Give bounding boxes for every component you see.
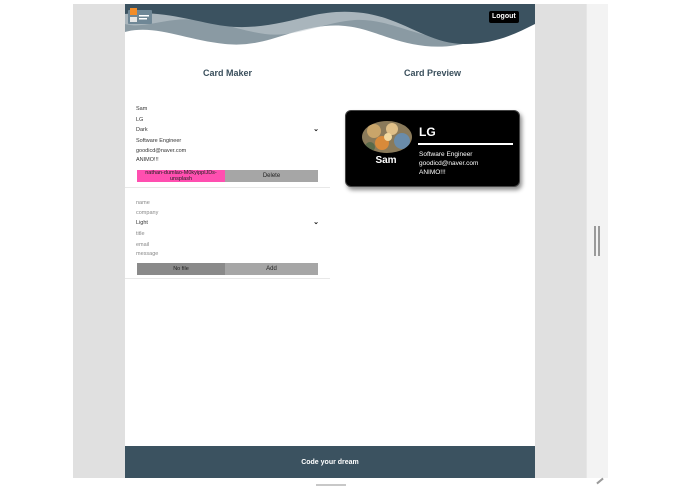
title-field[interactable]: Software Engineer xyxy=(136,136,319,146)
card-add-buttons: No file Add xyxy=(137,263,318,275)
card-preview-title: Card Preview xyxy=(403,68,462,78)
card-message: ANIMO!!! xyxy=(419,169,446,176)
message-input[interactable]: message xyxy=(136,249,319,259)
card-name: Sam xyxy=(375,155,397,166)
business-card-app: Logout Card Maker Card Preview Sam LG Da… xyxy=(125,4,535,478)
card-add-form: name company Light ⌄ title email message… xyxy=(125,192,330,279)
theme-select-value: Dark xyxy=(136,127,148,133)
image-file-button[interactable]: nathan-dumlao-M0kyipplJDs-unsplash xyxy=(137,170,225,182)
add-button[interactable]: Add xyxy=(225,263,318,275)
bottom-drag-handle[interactable] xyxy=(316,484,346,486)
message-field[interactable]: ANIMO!!! xyxy=(136,155,319,165)
no-file-button[interactable]: No file xyxy=(137,263,225,275)
logout-button[interactable]: Logout xyxy=(489,11,519,23)
name-field[interactable]: Sam xyxy=(136,104,319,114)
name-input[interactable]: name xyxy=(136,198,319,208)
theme-select-add-value: Light xyxy=(136,220,148,226)
card-editor-buttons: nathan-dumlao-M0kyipplJDs-unsplash Delet… xyxy=(137,170,318,182)
chevron-down-icon: ⌄ xyxy=(313,126,319,133)
company-input[interactable]: company xyxy=(136,208,319,218)
theme-select-add[interactable]: Light ⌄ xyxy=(136,218,319,228)
app-logo xyxy=(128,8,152,24)
corner-resize-grip[interactable] xyxy=(596,477,604,485)
card-maker-title: Card Maker xyxy=(202,68,253,78)
avatar xyxy=(362,121,412,153)
footer: Code your dream xyxy=(125,446,535,478)
chevron-down-icon: ⌄ xyxy=(313,219,319,226)
delete-button[interactable]: Delete xyxy=(225,170,318,182)
card-company: LG xyxy=(419,125,436,139)
card-divider xyxy=(418,143,513,145)
resize-handle[interactable] xyxy=(594,226,600,256)
card-email: goodicd@naver.com xyxy=(419,160,479,167)
title-input[interactable]: title xyxy=(136,229,319,239)
company-field[interactable]: LG xyxy=(136,115,319,125)
header-waves xyxy=(125,4,535,47)
preview-card: Sam LG Software Engineer goodicd@naver.c… xyxy=(345,110,520,187)
card-title: Software Engineer xyxy=(419,151,473,158)
theme-select[interactable]: Dark ⌄ xyxy=(136,125,319,135)
browser-viewport: Logout Card Maker Card Preview Sam LG Da… xyxy=(0,0,694,487)
card-editor-form: Sam LG Dark ⌄ Software Engineer goodicd@… xyxy=(125,98,330,188)
